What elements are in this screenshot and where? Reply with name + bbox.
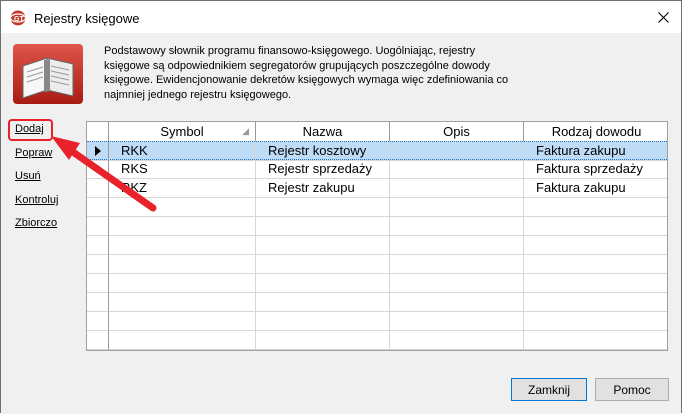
empty-row — [87, 255, 667, 274]
cell-nazwa: Rejestr sprzedaży — [256, 160, 390, 179]
empty-row — [87, 331, 667, 350]
cell-nazwa: Rejestr kosztowy — [256, 142, 390, 161]
close-window-button[interactable] — [649, 3, 677, 31]
window-title: Rejestry księgowe — [34, 11, 140, 26]
empty-row — [87, 312, 667, 331]
sort-indicator-icon: ◢ — [242, 126, 249, 136]
annotation-arrow-icon — [51, 136, 157, 212]
cell-opis — [390, 142, 524, 161]
help-button[interactable]: Pomoc — [595, 378, 669, 401]
cell-nazwa: Rejestr zakupu — [256, 179, 390, 198]
empty-row — [87, 236, 667, 255]
empty-row — [87, 293, 667, 312]
dialog-footer: Zamknij Pomoc — [1, 368, 681, 414]
cell-opis — [390, 160, 524, 179]
title-bar: GT Rejestry księgowe — [1, 1, 681, 33]
empty-row — [87, 274, 667, 293]
header-nazwa[interactable]: Nazwa — [256, 122, 390, 141]
svg-text:GT: GT — [14, 16, 24, 23]
app-logo-icon: GT — [10, 10, 26, 26]
cell-opis — [390, 179, 524, 198]
header-rodzaj-dowodu[interactable]: Rodzaj dowodu — [524, 122, 667, 141]
cell-rodzaj: Faktura sprzedaży — [524, 160, 667, 179]
header-opis[interactable]: Opis — [390, 122, 524, 141]
dialog-content: Podstawowy słownik programu finansowo-ks… — [1, 33, 681, 368]
close-button[interactable]: Zamknij — [511, 378, 587, 401]
close-icon — [657, 11, 669, 23]
cell-rodzaj: Faktura zakupu — [524, 142, 667, 161]
cell-rodzaj: Faktura zakupu — [524, 179, 667, 198]
dialog-window: GT Rejestry księgowe Podstawowy słownik … — [0, 0, 682, 414]
